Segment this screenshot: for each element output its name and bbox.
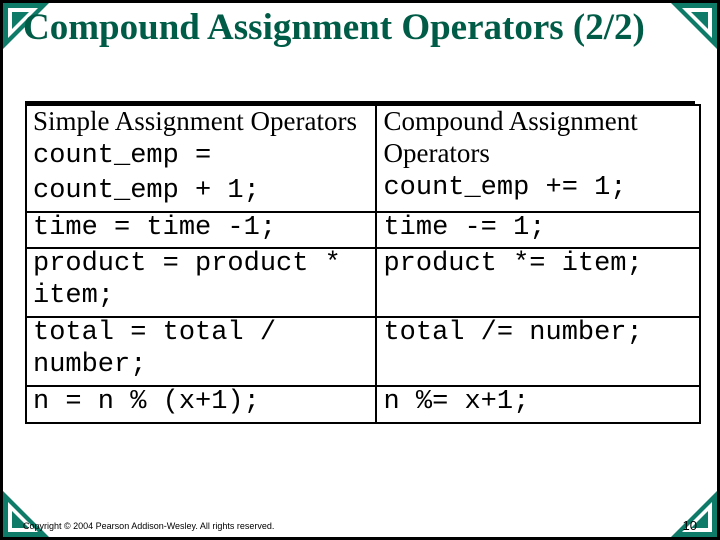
header-left: Simple Assignment Operators count_emp = … [26, 105, 376, 212]
table-row: time = time -1; time -= 1; [26, 212, 700, 249]
row0-left: count_emp = count_emp + 1; [33, 141, 260, 206]
table-row: product = product * item; product *= ite… [26, 248, 700, 317]
header-right: Compound Assignment Operators count_emp … [376, 105, 700, 212]
slide-title: Compound Assignment Operators (2/2) [23, 7, 687, 50]
row2-left: product = product * item; [26, 248, 376, 317]
row4-right: n %= x+1; [376, 386, 700, 423]
table-row: total = total / number; total /= number; [26, 317, 700, 386]
row2-right: product *= item; [376, 248, 700, 317]
row4-left: n = n % (x+1); [26, 386, 376, 423]
header-right-text: Compound Assignment Operators [383, 106, 637, 168]
copyright-footer: Copyright © 2004 Pearson Addison-Wesley.… [23, 521, 274, 531]
table-row: n = n % (x+1); n %= x+1; [26, 386, 700, 423]
row1-left: time = time -1; [26, 212, 376, 249]
row0-right: count_emp += 1; [383, 173, 626, 203]
row3-left: total = total / number; [26, 317, 376, 386]
header-left-text: Simple Assignment Operators [33, 106, 357, 136]
slide: Compound Assignment Operators (2/2) Simp… [0, 0, 720, 540]
comparison-table: Simple Assignment Operators count_emp = … [25, 104, 701, 424]
row3-right: total /= number; [376, 317, 700, 386]
table-header-row: Simple Assignment Operators count_emp = … [26, 105, 700, 212]
row1-right: time -= 1; [376, 212, 700, 249]
page-number: 10 [683, 518, 697, 533]
